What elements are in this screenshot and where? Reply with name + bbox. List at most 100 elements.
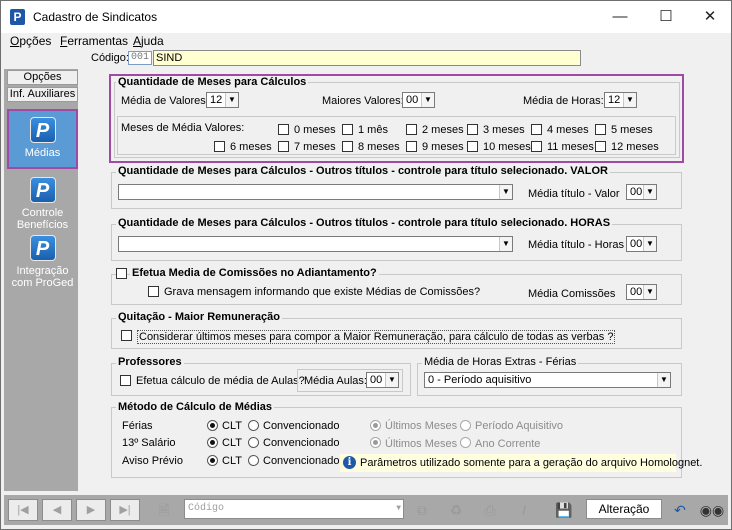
periodo-aquisitivo-label: Período Aquisitivo [475, 420, 564, 432]
media-valores-label: Média de Valores: [121, 95, 209, 107]
chevron-down-icon: ▼ [499, 185, 512, 199]
decimo-clt-radio[interactable] [207, 437, 218, 448]
maximize-icon[interactable]: ☐ [643, 1, 689, 33]
checkbox-3-meses[interactable] [467, 124, 478, 135]
aviso-previo-label: Aviso Prévio [122, 455, 183, 467]
sidebar-item-label: Médias [24, 147, 61, 159]
sidebar-item-label: Integração com ProGed [11, 265, 74, 289]
italic-icon[interactable]: I [510, 499, 538, 521]
mode-status: Alteração [586, 499, 662, 519]
info-icon: i [343, 456, 356, 469]
efetua-comissoes-checkbox[interactable] [116, 268, 127, 279]
option-label: 0 meses [294, 124, 336, 136]
next-record-icon[interactable]: ▶ [76, 499, 106, 521]
copy-icon[interactable]: ⧉ [408, 499, 436, 521]
ferias-convencionado-radio[interactable] [248, 420, 259, 431]
checkbox-12-meses[interactable] [595, 141, 606, 152]
menu-opcoes[interactable]: Opções [10, 34, 51, 48]
close-icon[interactable]: ✕ [687, 1, 732, 33]
decimo-convencionado-radio[interactable] [248, 437, 259, 448]
undo-icon[interactable]: ↶ [666, 499, 694, 521]
efetua-aulas-label: Efetua cálculo de média de Aulas? [136, 375, 305, 387]
media-titulo-valor-select[interactable]: 00 ▼ [626, 184, 657, 200]
search-input[interactable]: Código ▼ [184, 499, 404, 519]
comissoes-title: Efetua Media de Comissões no Adiantament… [130, 267, 379, 279]
checkbox-0-meses[interactable] [278, 124, 289, 135]
outros-valor-title: Quantidade de Meses para Cálculos - Outr… [116, 165, 610, 177]
checkbox-6-meses[interactable] [214, 141, 225, 152]
sidebar-item-label: Controle Benefícios [16, 207, 69, 231]
checkbox-11-meses[interactable] [531, 141, 542, 152]
checkbox-5-meses[interactable] [595, 124, 606, 135]
save-icon[interactable]: 💾 [550, 499, 578, 521]
decimo-ultimos-meses-radio[interactable] [370, 437, 381, 448]
option-label: 1 mês [358, 124, 388, 136]
last-record-icon[interactable]: ▶| [110, 499, 140, 521]
checkbox-2-meses[interactable] [406, 124, 417, 135]
media-comissoes-label: Média Comissões [528, 288, 616, 300]
ferias-label: Férias [122, 420, 153, 432]
media-titulo-horas-select[interactable]: 00 ▼ [626, 236, 657, 252]
considerar-ultimos-checkbox[interactable] [121, 330, 132, 341]
tab-opcoes[interactable]: Opções [7, 70, 78, 85]
media-horas-select[interactable]: 12 ▼ [604, 92, 637, 108]
first-record-icon[interactable]: |◀ [8, 499, 38, 521]
chevron-down-icon: ▼ [499, 237, 512, 251]
print-icon[interactable]: ⎙ [476, 499, 504, 521]
convencionado-label: Convencionado [263, 420, 340, 432]
option-label: 12 meses [611, 141, 659, 153]
efetua-aulas-checkbox[interactable] [120, 375, 131, 386]
chevron-down-icon: ▼ [385, 373, 398, 387]
sidebar-item-controle-beneficios[interactable]: P Controle Benefícios [7, 177, 78, 231]
outros-horas-title: Quantidade de Meses para Cálculos - Outr… [116, 217, 613, 229]
menu-ferramentas[interactable]: Ferramentas [60, 34, 128, 48]
professores-title: Professores [116, 356, 184, 368]
media-comissoes-select[interactable]: 00 ▼ [626, 284, 657, 300]
media-aulas-select[interactable]: 00 ▼ [366, 372, 399, 388]
chevron-down-icon: ▼ [623, 93, 636, 107]
menu-ajuda[interactable]: Ajuda [133, 34, 164, 48]
aviso-convencionado-radio[interactable] [248, 455, 259, 466]
media-horas-label: Média de Horas: [523, 95, 604, 107]
checkbox-8-meses[interactable] [342, 141, 353, 152]
ferias-clt-radio[interactable] [207, 420, 218, 431]
periodo-aquisitivo-radio[interactable] [460, 420, 471, 431]
option-label: 8 meses [358, 141, 400, 153]
media-valores-select[interactable]: 12 ▼ [206, 92, 239, 108]
convencionado-label: Convencionado [263, 437, 340, 449]
option-label: 4 meses [547, 124, 589, 136]
chevron-down-icon: ▼ [396, 504, 401, 513]
binoculars-icon[interactable]: ◉◉ [698, 499, 726, 521]
new-document-icon[interactable]: 🗎 [150, 499, 178, 521]
checkbox-9-meses[interactable] [406, 141, 417, 152]
option-label: 10 meses [483, 141, 531, 153]
option-label: 5 meses [611, 124, 653, 136]
horas-extras-select[interactable]: 0 - Período aquisitivo ▼ [424, 372, 671, 388]
outros-horas-select[interactable]: ▼ [118, 236, 513, 252]
clt-label: CLT [222, 420, 242, 432]
chevron-down-icon: ▼ [643, 185, 656, 199]
delete-icon[interactable]: ♻ [442, 499, 470, 521]
checkbox-1-mes[interactable] [342, 124, 353, 135]
grava-mensagem-checkbox[interactable] [148, 286, 159, 297]
clt-label: CLT [222, 455, 242, 467]
ferias-ultimos-meses-radio[interactable] [370, 420, 381, 431]
ano-corrente-radio[interactable] [460, 437, 471, 448]
checkbox-7-meses[interactable] [278, 141, 289, 152]
tab-inf-auxiliares[interactable]: Inf. Auxiliares [7, 87, 78, 102]
outros-valor-select[interactable]: ▼ [118, 184, 513, 200]
option-label: 3 meses [483, 124, 525, 136]
code-input[interactable]: SIND [153, 50, 581, 66]
p-icon: P [29, 117, 56, 143]
option-label: 6 meses [230, 141, 272, 153]
aviso-clt-radio[interactable] [207, 455, 218, 466]
minimize-icon[interactable]: — [597, 1, 643, 33]
chevron-down-icon: ▼ [421, 93, 434, 107]
sidebar-item-integracao-proged[interactable]: P Integração com ProGed [7, 235, 78, 289]
previous-record-icon[interactable]: ◀ [42, 499, 72, 521]
sidebar-item-medias[interactable]: P Médias [7, 109, 78, 169]
meses-media-label: Meses de Média Valores: [121, 122, 245, 134]
checkbox-4-meses[interactable] [531, 124, 542, 135]
checkbox-10-meses[interactable] [467, 141, 478, 152]
maiores-valores-select[interactable]: 00 ▼ [402, 92, 435, 108]
